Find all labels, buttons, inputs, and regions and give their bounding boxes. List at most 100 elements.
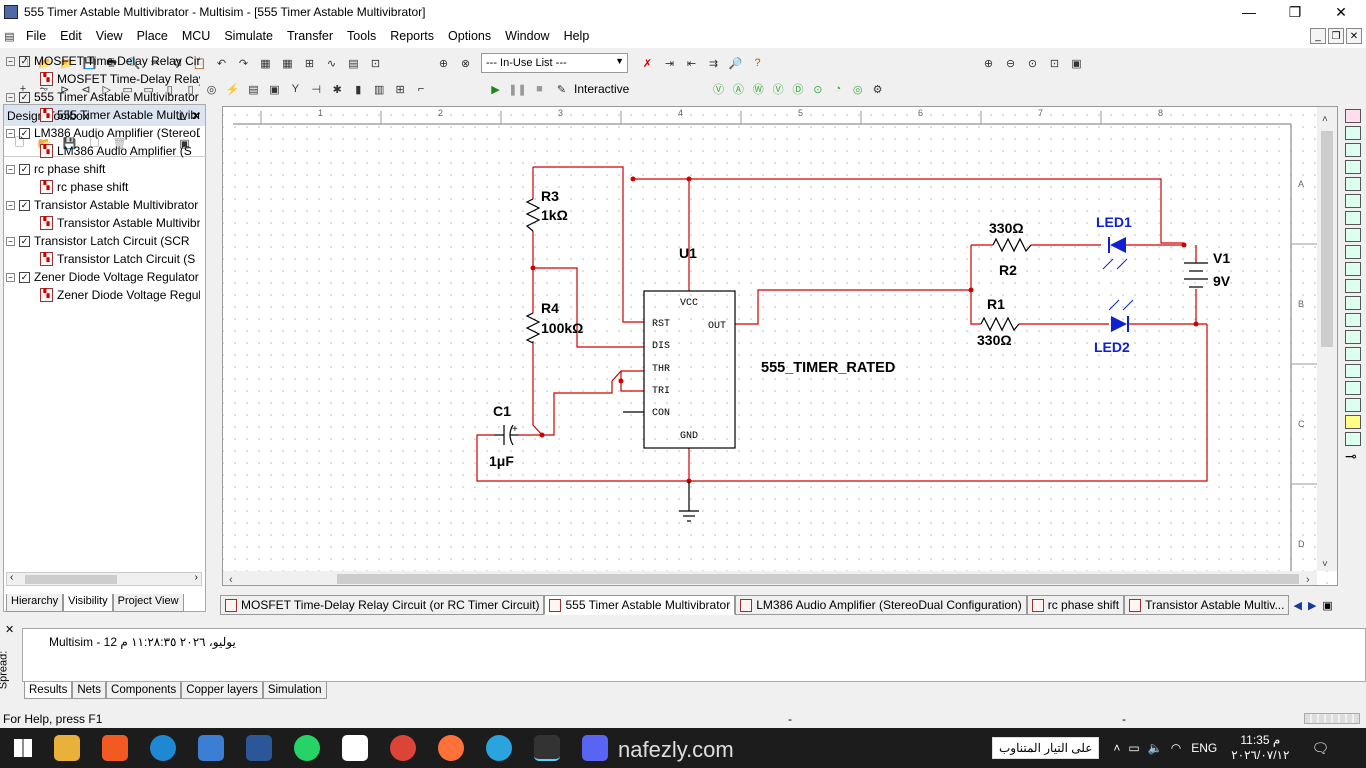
tree-item[interactable]: − ✓ 555 Timer Astable Multivibrator <box>6 88 200 106</box>
tab-results[interactable]: Results <box>24 682 73 699</box>
undo-icon[interactable]: ↶ <box>212 54 231 73</box>
schematic-svg[interactable]: 1 2 3 4 5 6 7 8 A B C D R3 1kΩ R4 100kΩ … <box>223 107 1338 586</box>
canvas-hscroll-thumb[interactable] <box>337 574 1299 584</box>
whatsapp-icon[interactable] <box>294 735 320 761</box>
frequency-counter-icon[interactable] <box>1345 211 1361 225</box>
menu-mcu[interactable]: MCU <box>175 29 217 43</box>
word-icon[interactable] <box>246 735 272 761</box>
tree-item[interactable]: − ✓ Transistor Astable Multivibrator <box>6 196 200 214</box>
sheet-tab-lm386[interactable]: LM386 Audio Amplifier (StereoDual Config… <box>735 595 1027 615</box>
tree-item[interactable]: ▚555 Timer Astable Multivibrator <box>6 106 200 124</box>
checkbox[interactable]: ✓ <box>19 91 30 103</box>
menu-window[interactable]: Window <box>498 29 556 43</box>
tektronix-oscilloscope-icon[interactable] <box>1345 381 1361 395</box>
wattmeter-icon[interactable] <box>1345 143 1361 157</box>
tab-simulation[interactable]: Simulation <box>262 682 327 699</box>
place-advanced-icon[interactable]: ▣ <box>265 80 283 99</box>
canvas-vscroll-thumb[interactable] <box>1321 131 1333 347</box>
menu-view[interactable]: View <box>89 29 130 43</box>
pause-icon[interactable]: ❚❚ <box>508 80 527 99</box>
ni-elvis-icon[interactable] <box>1345 432 1361 446</box>
agilent-generator-icon[interactable] <box>1345 347 1361 361</box>
tab-hierarchy[interactable]: Hierarchy <box>6 594 64 612</box>
transfer-icon[interactable]: ⇉ <box>704 54 723 73</box>
word-generator-icon[interactable] <box>1345 228 1361 242</box>
multisim-taskbar-icon[interactable] <box>534 735 560 761</box>
scroll-right-icon[interactable]: › <box>195 572 198 583</box>
spreadsheet-close-icon[interactable]: ✕ <box>5 623 14 636</box>
probe-power-icon[interactable]: Ⓦ <box>750 80 767 99</box>
tree-item[interactable]: ▚ Transistor Latch Circuit (S <box>6 250 200 268</box>
menu-file[interactable]: File <box>19 29 53 43</box>
grapher-icon[interactable]: ∿ <box>322 54 341 73</box>
probe-current-icon[interactable]: Ⓐ <box>730 80 747 99</box>
database-manager-icon[interactable]: ⊞ <box>300 54 319 73</box>
probe-voltage-icon[interactable]: Ⓥ <box>710 80 727 99</box>
scroll-right-icon[interactable]: › <box>1306 574 1310 586</box>
notification-icon[interactable]: 🗨 <box>1311 740 1329 757</box>
collapse-icon[interactable]: − <box>6 56 15 66</box>
help-icon[interactable]: ? <box>748 54 767 73</box>
place-connector-icon[interactable]: ▮ <box>349 80 367 99</box>
iv-analyzer-icon[interactable] <box>1345 279 1361 293</box>
probe-icon[interactable]: ◎ <box>849 80 866 99</box>
collapse-icon[interactable]: − <box>6 128 15 138</box>
forward-annotate-icon[interactable]: ⇤ <box>682 54 701 73</box>
collapse-icon[interactable]: − <box>6 272 15 282</box>
place-indicator-icon[interactable]: ◎ <box>203 80 221 99</box>
probe-reference-icon[interactable]: ⊙ <box>809 80 826 99</box>
tab-project-view[interactable]: Project View <box>112 594 184 612</box>
tree-item[interactable]: − ✓ Transistor Latch Circuit (SCR <box>6 232 200 250</box>
zoom-out-icon[interactable]: ⊖ <box>1001 54 1020 73</box>
tree-item[interactable]: −✓MOSFET Time-Delay Relay Circuit (or RC… <box>6 52 200 70</box>
capture-screen-icon[interactable]: ⊗ <box>456 54 475 73</box>
spectrum-analyzer-icon[interactable] <box>1345 313 1361 327</box>
bus-icon[interactable]: ⌐ <box>412 80 430 99</box>
full-screen-icon[interactable]: ▣ <box>1067 54 1086 73</box>
tab-scroll-left-icon[interactable]: ◀ <box>1293 599 1301 612</box>
sheet-tab-mosfet[interactable]: MOSFET Time-Delay Relay Circuit (or RC T… <box>220 595 545 615</box>
tree-item[interactable]: − ✓ Zener Diode Voltage Regulator <box>6 268 200 286</box>
tree-item[interactable]: −✓LM386 Audio Amplifier (StereoDual Conf… <box>6 124 200 142</box>
clock[interactable]: 11:35 م ٢٠٢٦/٠٧/١٢ <box>1231 733 1289 763</box>
distortion-analyzer-icon[interactable] <box>1345 296 1361 310</box>
maximize-button[interactable]: ❐ <box>1272 0 1318 24</box>
backannotate-icon[interactable]: ⇥ <box>660 54 679 73</box>
sheet-tab-transistor-astable[interactable]: Transistor Astable Multiv... <box>1124 595 1290 615</box>
collapse-icon[interactable]: − <box>6 236 15 246</box>
multimeter-icon[interactable] <box>1345 109 1361 123</box>
checkbox[interactable]: ✓ <box>19 163 30 175</box>
schematic-canvas[interactable]: 1 2 3 4 5 6 7 8 A B C D R3 1kΩ R4 100kΩ … <box>222 106 1338 586</box>
checkbox[interactable]: ✓ <box>19 199 30 211</box>
menu-place[interactable]: Place <box>130 29 175 43</box>
zoom-in-icon[interactable]: ⊕ <box>979 54 998 73</box>
menu-tools[interactable]: Tools <box>340 29 383 43</box>
place-ni-icon[interactable]: ✱ <box>328 80 346 99</box>
no-entry-icon[interactable]: ✗ <box>638 54 657 73</box>
mdi-restore-icon[interactable]: ❐ <box>1328 28 1344 44</box>
tab-visibility[interactable]: Visibility <box>63 594 113 612</box>
checkbox[interactable]: ✓ <box>19 127 30 139</box>
menu-reports[interactable]: Reports <box>383 29 441 43</box>
checkbox[interactable]: ✓ <box>19 235 30 247</box>
mdi-minimize-icon[interactable]: _ <box>1310 28 1326 44</box>
tab-scroll-right-icon[interactable]: ▶ <box>1308 599 1316 612</box>
tree-item[interactable]: ▚ rc phase shift <box>6 178 200 196</box>
place-misc-icon[interactable]: ▤ <box>244 80 262 99</box>
menu-options[interactable]: Options <box>441 29 498 43</box>
mdi-close-icon[interactable]: ✕ <box>1346 28 1362 44</box>
telegram-icon[interactable] <box>486 735 512 761</box>
in-use-list-select[interactable]: --- In-Use List --- ▼ <box>481 53 628 73</box>
oscilloscope-icon[interactable] <box>1345 160 1361 174</box>
zoom-sheet-icon[interactable]: ⊡ <box>1045 54 1064 73</box>
tab-components[interactable]: Components <box>106 682 182 699</box>
place-power-icon[interactable]: ⚡ <box>224 80 242 99</box>
probe-clock-icon[interactable]: ◔ <box>829 80 846 99</box>
minimize-button[interactable]: — <box>1226 0 1272 24</box>
show-hidden-icons-icon[interactable]: ˄ <box>1113 741 1120 755</box>
menu-transfer[interactable]: Transfer <box>280 29 340 43</box>
current-probe-icon[interactable] <box>1345 415 1361 429</box>
component-wizard-icon[interactable]: ⊕ <box>434 54 453 73</box>
sheet-tab-rc-phase-shift[interactable]: rc phase shift <box>1026 595 1125 615</box>
tree-item[interactable]: ▚Transistor Astable Multivibrator <box>6 214 200 232</box>
